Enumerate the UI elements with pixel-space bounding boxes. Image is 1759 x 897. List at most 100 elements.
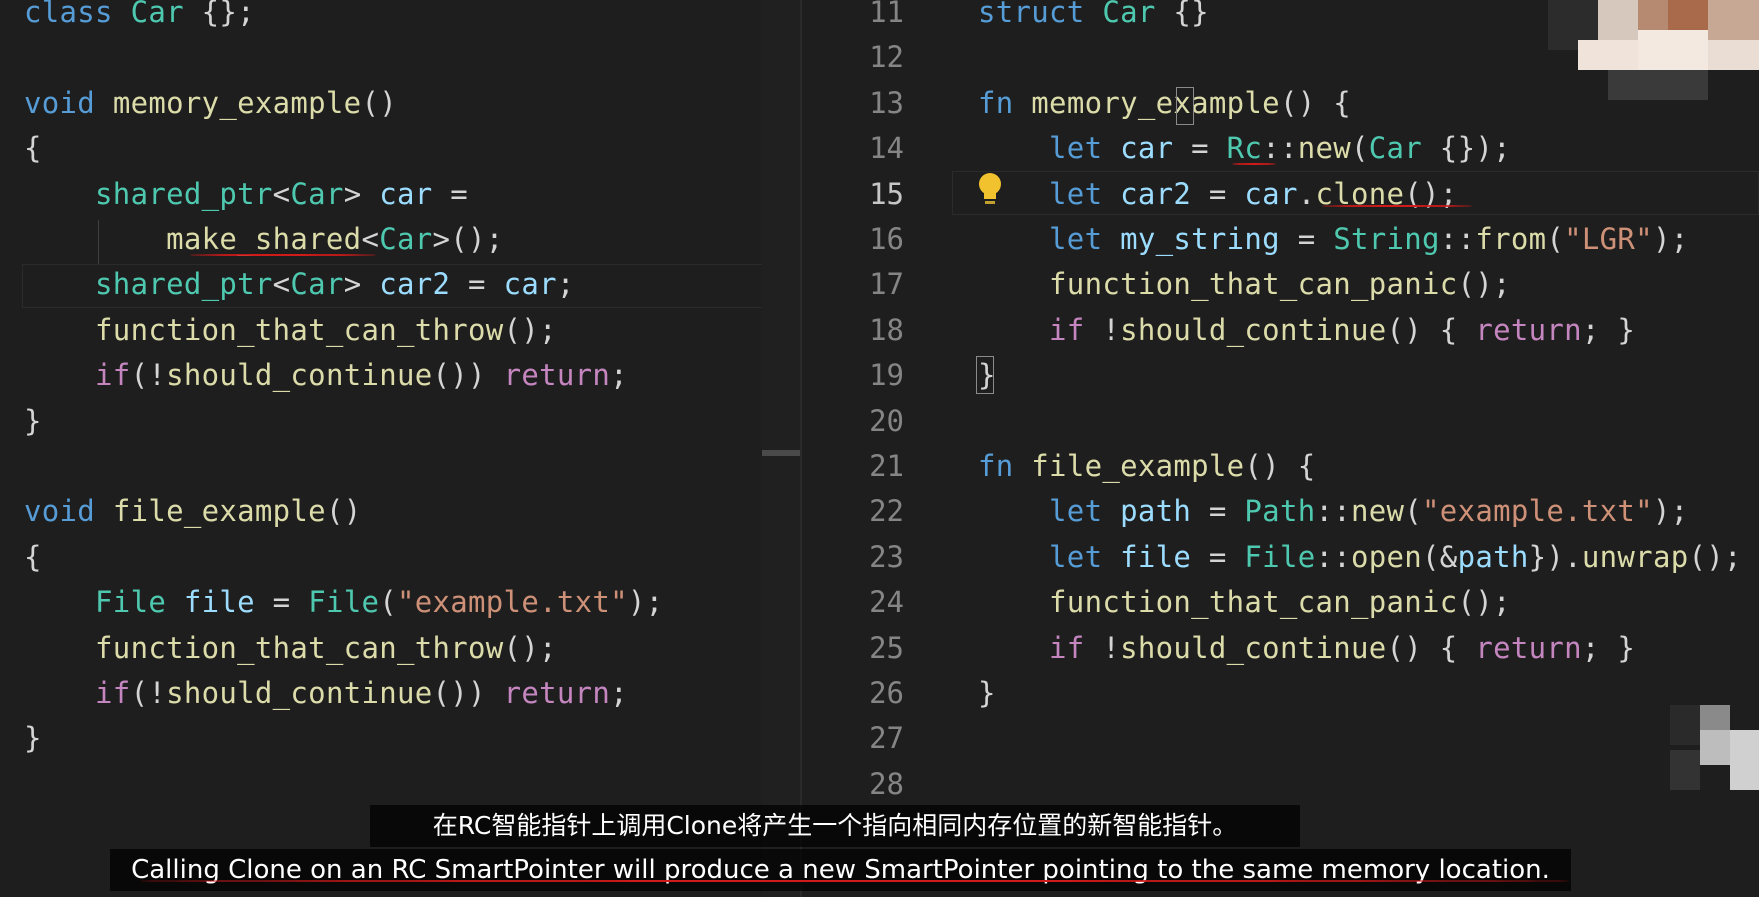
code-token: return [1475, 312, 1582, 347]
code-token: > [343, 176, 380, 211]
line-number: 17 [869, 267, 904, 302]
webcam-overlay-bottom [1670, 705, 1759, 790]
code-token: if [95, 358, 131, 393]
code-token: ()) [432, 358, 504, 393]
code-token: {}); [1422, 131, 1511, 166]
code-line[interactable]: class Car {}; [24, 0, 255, 34]
code-line[interactable]: if(!should_continue()) return; [24, 671, 628, 715]
right-editor-pane[interactable]: 11 12 13 14 15 16 17 18 19 20 21 22 23 24 25 26 27 28 str… [802, 0, 1759, 897]
code-token: car2 [1120, 176, 1192, 211]
code-token: should_continue [166, 676, 433, 710]
code-token: () [325, 494, 362, 529]
code-token: car [1244, 176, 1298, 211]
code-line[interactable]: } [24, 399, 42, 443]
left-editor-pane[interactable]: class Car {}; void memory_example(){ shar… [0, 0, 800, 897]
webcam-overlay [1548, 0, 1759, 100]
line-number: 22 [869, 494, 904, 529]
code-token: should_continue [1120, 630, 1387, 665]
code-token: let [1049, 222, 1103, 256]
bracket-match-open [1176, 87, 1194, 125]
line-number: 11 [869, 0, 904, 29]
code-token: shared_ptr [95, 176, 273, 211]
code-token: (& [1422, 539, 1458, 574]
scrollbar-thumb[interactable] [762, 450, 800, 456]
code-token: () { [1244, 449, 1316, 483]
code-line[interactable]: } [24, 716, 42, 760]
code-token: ( [1404, 494, 1423, 529]
code-token: "example.txt" [1422, 494, 1653, 529]
code-line[interactable]: let car2 = car.clone(); [978, 172, 1458, 216]
code-line[interactable]: void memory_example() [24, 81, 397, 125]
code-line[interactable]: function_that_can_throw(); [24, 626, 557, 670]
code-token: "LGR" [1564, 222, 1653, 256]
code-line[interactable]: } [978, 671, 996, 715]
code-line[interactable]: File file = File("example.txt"); [24, 580, 663, 624]
code-token: Car [1102, 0, 1156, 29]
line-number: 23 [869, 539, 904, 574]
annotation-underline-rc [1232, 163, 1276, 165]
code-token: } [24, 721, 42, 756]
code-token: unwrap [1581, 539, 1689, 574]
code-token: function_that_can_panic [1049, 585, 1458, 620]
code-line[interactable]: function_that_can_throw(); [24, 308, 557, 352]
code-line[interactable]: void file_example() [24, 489, 361, 533]
code-token: < [272, 176, 291, 211]
code-token: = [450, 267, 504, 302]
code-token: () [361, 85, 397, 120]
line-number: 12 [869, 40, 904, 75]
subtitle-chinese: 在RC智能指针上调用Clone将产生一个指向相同内存位置的新智能指针。 [370, 805, 1300, 847]
code-line[interactable]: function_that_can_panic(); [978, 580, 1511, 624]
code-line[interactable]: if !should_continue() { return; } [978, 308, 1635, 352]
line-number: 13 [869, 85, 904, 120]
code-line[interactable]: let my_string = String::from("LGR"); [978, 217, 1688, 261]
code-token: "example.txt" [397, 585, 628, 620]
code-line[interactable]: struct Car {} [978, 0, 1209, 34]
line-number: 16 [869, 222, 904, 256]
code-line[interactable]: if !should_continue() { return; } [978, 626, 1635, 670]
code-token: new [1297, 131, 1351, 166]
code-token: {} [1155, 0, 1209, 29]
line-number: 18 [869, 312, 904, 347]
code-line[interactable]: { [24, 126, 42, 170]
code-token: Path [1244, 494, 1316, 529]
code-token: :: [1262, 131, 1298, 166]
scrollbar-track[interactable] [762, 0, 800, 897]
code-line[interactable]: if(!should_continue()) return; [24, 353, 628, 397]
code-token: let [1049, 176, 1103, 211]
code-token: }). [1528, 539, 1582, 574]
code-token: car [1120, 131, 1174, 166]
code-token: function_that_can_throw [95, 630, 504, 665]
annotation-underline-clone [1322, 205, 1472, 207]
code-token: should_continue [1120, 312, 1387, 347]
code-token: fn [978, 85, 1014, 120]
code-line[interactable]: { [24, 535, 42, 579]
line-number: 20 [869, 403, 904, 438]
code-line[interactable]: function_that_can_panic(); [978, 262, 1511, 306]
code-line[interactable]: fn memory_example() { [978, 81, 1351, 125]
code-line[interactable]: fn file_example() { [978, 444, 1315, 488]
code-token: (); [503, 630, 557, 665]
code-line[interactable]: shared_ptr<Car> car = [24, 172, 468, 216]
code-token: {}; [183, 0, 255, 29]
code-token: } [978, 676, 996, 710]
code-token: ()) [432, 676, 504, 710]
code-line[interactable]: shared_ptr<Car> car2 = car; [24, 262, 575, 306]
lightbulb-icon[interactable] [975, 171, 1005, 220]
code-line[interactable]: let path = Path::new("example.txt"); [978, 489, 1688, 533]
code-line[interactable]: let file = File::open(&path}).unwrap(); [978, 535, 1742, 579]
code-token: ); [1652, 494, 1689, 529]
code-token: ; } [1581, 312, 1636, 347]
